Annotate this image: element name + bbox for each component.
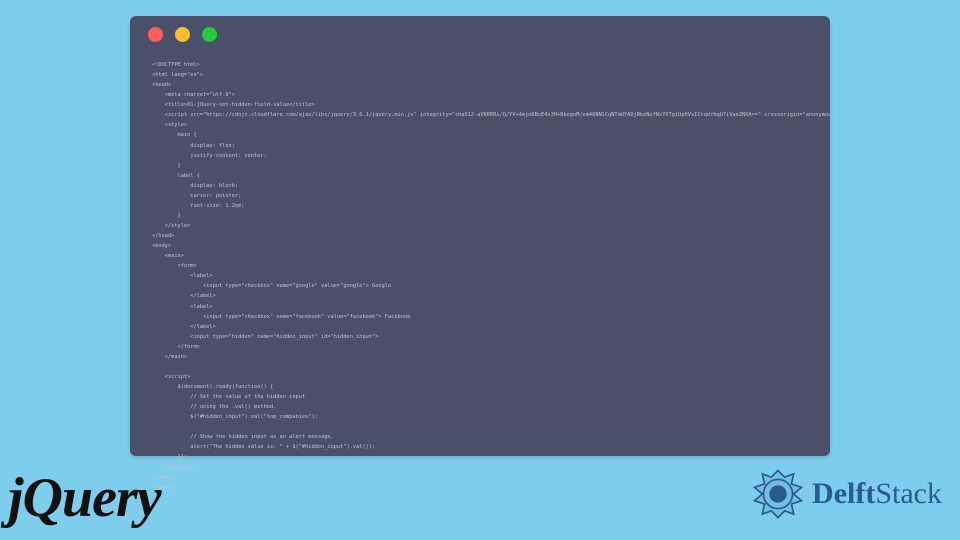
window-titlebar [130,16,830,52]
delft-bold: Delft [812,477,875,510]
maximize-icon [202,27,217,42]
minimize-icon [175,27,190,42]
delftstack-logo: DelftStack [750,466,942,522]
close-icon [148,27,163,42]
delftstack-text: DelftStack [812,477,942,511]
jquery-logo: jQuery [8,466,161,530]
delftstack-icon [750,466,806,522]
code-window: <!DOCTYPE html> <html lang="en"> <head> … [130,16,830,456]
code-content: <!DOCTYPE html> <html lang="en"> <head> … [130,52,830,503]
delft-rest: Stack [875,477,942,510]
